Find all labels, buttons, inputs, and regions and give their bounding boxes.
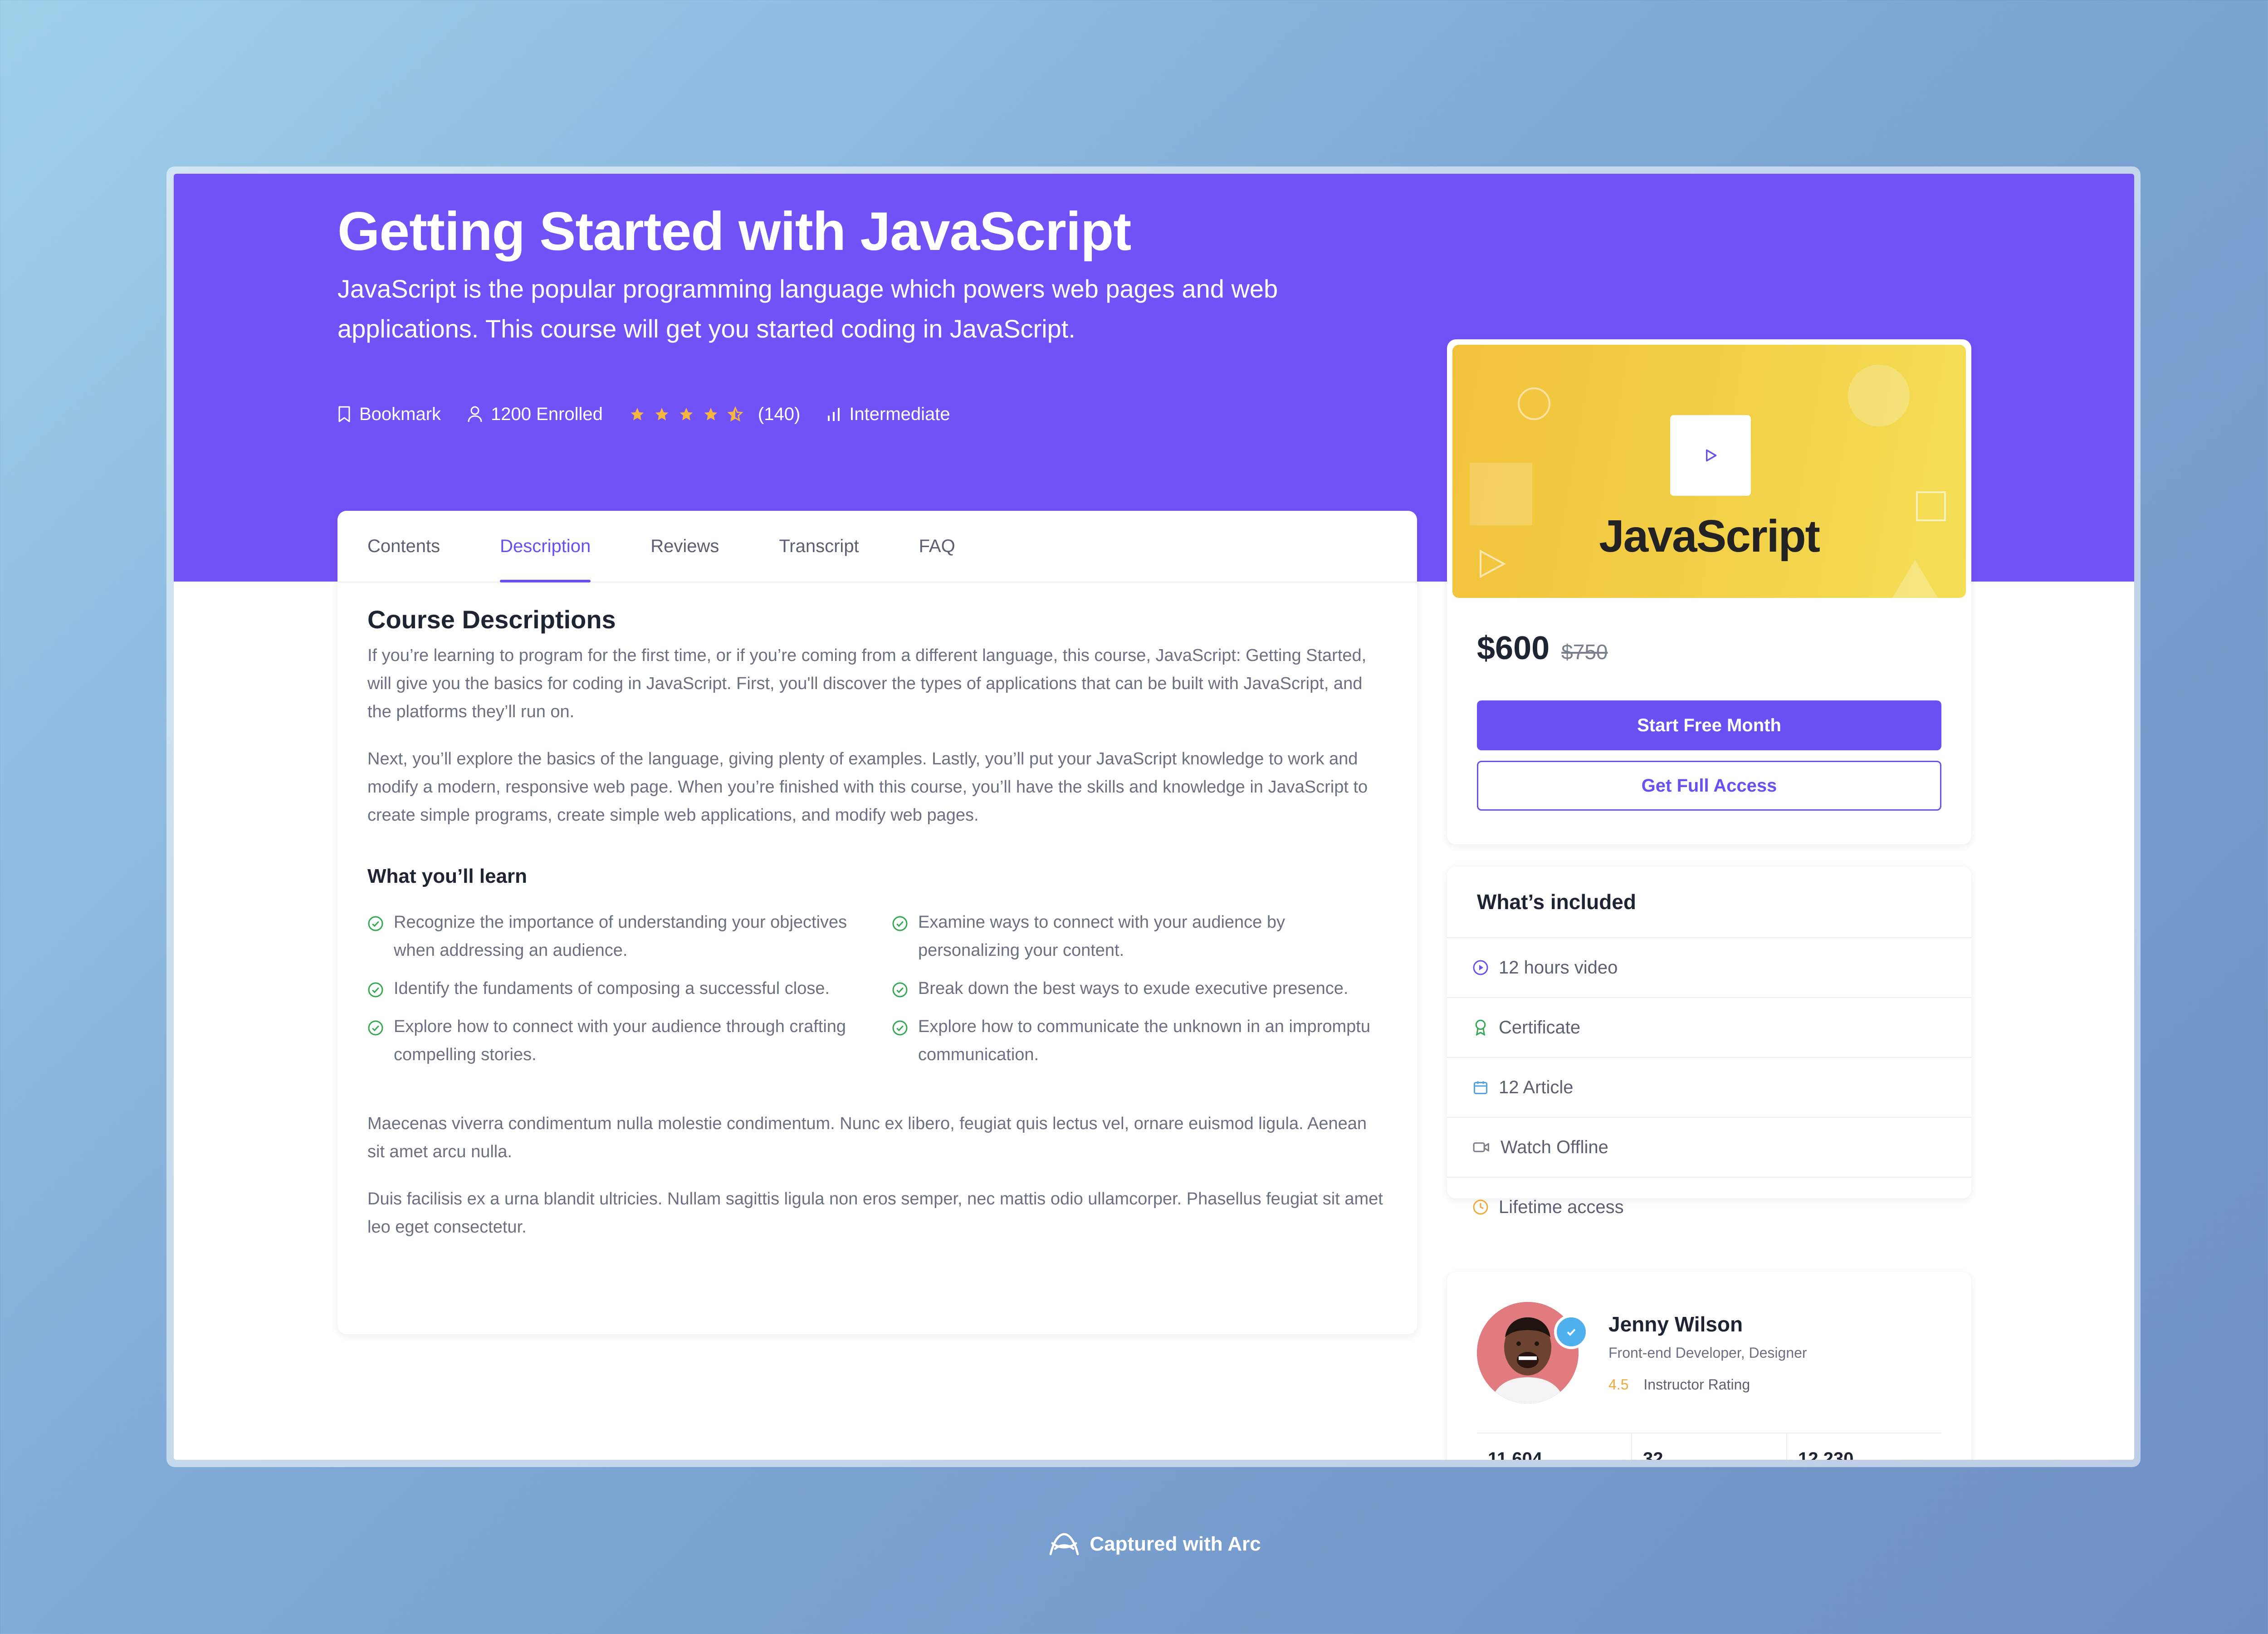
check-circle-icon (368, 1020, 383, 1036)
check-circle-icon (892, 982, 908, 998)
instructor-card: Jenny Wilson Front-end Developer, Design… (1447, 1272, 1971, 1460)
learn-item-text: Explore how to communicate the unknown i… (918, 1017, 1370, 1064)
play-icon (1706, 449, 1717, 462)
user-icon (468, 406, 482, 422)
star-half-icon (727, 406, 743, 422)
instructor-stat-value: 12,230 (1798, 1449, 1854, 1460)
reviews-count: (140) (758, 404, 801, 424)
instructor-stat-value: 32 (1643, 1449, 1663, 1460)
enrolled-label: 1200 Enrolled (491, 404, 603, 424)
tab-reviews[interactable]: Reviews (650, 511, 719, 582)
bookmark-icon (338, 406, 350, 422)
tab-contents[interactable]: Contents (367, 511, 440, 582)
included-item-label: Watch Offline (1501, 1137, 1608, 1157)
bookmark-button[interactable]: Bookmark (337, 404, 441, 425)
learn-item: Explore how to communicate the unknown i… (892, 1013, 1388, 1069)
instructor-stat: 11,604 (1477, 1433, 1632, 1460)
tab-faq[interactable]: FAQ (919, 511, 955, 582)
award-icon (1475, 1019, 1486, 1036)
browser-window: Getting Started with JavaScript JavaScri… (174, 174, 2134, 1460)
current-price: $600 (1477, 630, 1550, 666)
star-icon (655, 407, 669, 421)
included-item: 12 hours video (1447, 938, 1971, 998)
star-icon (631, 407, 644, 421)
learn-item: Break down the best ways to exude execut… (892, 974, 1388, 1003)
check-circle-icon (368, 982, 383, 998)
course-subtitle: JavaScript is the popular programming la… (337, 274, 1278, 343)
description-heading: Course Descriptions (367, 605, 616, 634)
learn-item-text: Recognize the importance of understandin… (394, 913, 847, 960)
instructor-stat-value: 11,604 (1488, 1449, 1543, 1460)
learn-item: Recognize the importance of understandin… (367, 908, 892, 964)
included-heading: What’s included (1447, 866, 1971, 938)
included-item-label: Lifetime access (1499, 1197, 1624, 1217)
verified-badge-icon (1554, 1315, 1589, 1349)
course-level: Intermediate (826, 404, 950, 425)
course-rating[interactable]: (140) (629, 404, 800, 425)
course-content-card: Contents Description Reviews Transcript … (337, 511, 1417, 1334)
footer-text: Captured with Arc (1090, 1533, 1261, 1555)
price-row: $600 $750 (1477, 630, 1608, 667)
included-item: Watch Offline (1447, 1118, 1971, 1178)
included-item-label: Certificate (1499, 1017, 1581, 1037)
tab-description[interactable]: Description (500, 511, 591, 582)
calendar-icon (1474, 1081, 1487, 1094)
level-label: Intermediate (849, 404, 950, 424)
included-item: Lifetime access (1447, 1178, 1971, 1237)
get-full-access-button[interactable]: Get Full Access (1477, 761, 1941, 811)
course-tabs: Contents Description Reviews Transcript … (337, 511, 1417, 582)
tab-transcript[interactable]: Transcript (779, 511, 859, 582)
capture-footer: Captured with Arc (0, 1531, 2268, 1558)
learn-item: Explore how to connect with your audienc… (367, 1013, 892, 1069)
course-title: Getting Started with JavaScript (337, 201, 1131, 262)
included-item-label: 12 hours video (1499, 957, 1618, 978)
instructor-rating-value: 4.5 (1608, 1376, 1629, 1393)
original-price: $750 (1561, 640, 1608, 664)
learn-list: Recognize the importance of understandin… (367, 908, 1388, 1069)
instructor-name[interactable]: Jenny Wilson (1608, 1312, 1743, 1336)
description-paragraph: Duis facilisis ex a urna blandit ultrici… (367, 1189, 1383, 1237)
included-item-label: 12 Article (1499, 1077, 1574, 1097)
learn-heading: What you’ll learn (367, 865, 528, 887)
learn-item-text: Explore how to connect with your audienc… (394, 1017, 846, 1064)
course-thumbnail[interactable]: JavaScript (1452, 345, 1966, 598)
learn-item-text: Examine ways to connect with your audien… (918, 913, 1285, 960)
included-item: 12 Article (1447, 1058, 1971, 1118)
course-meta: Bookmark 1200 Enrolled (140) Intermediat… (337, 401, 977, 428)
bookmark-label: Bookmark (359, 404, 441, 424)
instructor-rating: 4.5 Instructor Rating (1608, 1376, 1750, 1393)
description-panel: Course Descriptions If you’re learning t… (367, 602, 1388, 1241)
instructor-role: Front-end Developer, Designer (1608, 1345, 1807, 1361)
instructor-stat: 12,230 (1787, 1433, 1941, 1460)
enrolled-count: 1200 Enrolled (467, 404, 603, 425)
star-icon (679, 407, 693, 421)
learn-item-text: Break down the best ways to exude execut… (918, 979, 1349, 998)
learn-item-text: Identify the fundaments of composing a s… (394, 979, 830, 998)
play-button[interactable] (1670, 415, 1751, 496)
star-icon (704, 407, 718, 421)
check-circle-icon (368, 916, 383, 931)
description-paragraph: Maecenas viverra condimentum nulla moles… (367, 1114, 1367, 1161)
video-camera-icon (1473, 1142, 1489, 1152)
learn-item: Examine ways to connect with your audien… (892, 908, 1388, 964)
thumbnail-title: JavaScript (1599, 511, 1820, 562)
check-circle-icon (892, 1020, 908, 1036)
check-circle-icon (892, 916, 908, 931)
start-free-month-button[interactable]: Start Free Month (1477, 700, 1941, 750)
description-extra: Maecenas viverra condimentum nulla moles… (367, 1110, 1388, 1241)
description-paragraph: If you’re learning to program for the fi… (367, 646, 1367, 721)
instructor-stat: 32 (1632, 1433, 1787, 1460)
learn-item: Identify the fundaments of composing a s… (367, 974, 892, 1003)
included-item: Certificate (1447, 998, 1971, 1058)
rating-stars (629, 406, 752, 422)
bar-chart-icon (828, 408, 840, 421)
arc-logo-icon (1049, 1533, 1079, 1556)
clock-icon (1473, 1199, 1488, 1215)
whats-included-card: What’s included 12 hours video Certifica… (1447, 866, 1971, 1217)
description-paragraph: Next, you’ll explore the basics of the l… (367, 749, 1368, 825)
play-circle-icon (1473, 960, 1488, 975)
instructor-rating-label: Instructor Rating (1643, 1376, 1750, 1393)
